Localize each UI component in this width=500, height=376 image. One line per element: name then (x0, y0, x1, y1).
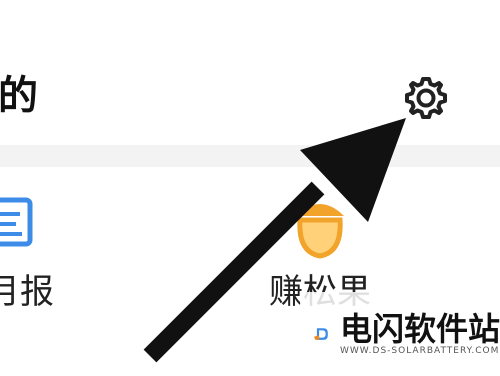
section-divider (0, 145, 500, 167)
acorn-icon (296, 204, 344, 259)
watermark: 电闪软件站 WWW.DS-SOLARBATTERY.COM (300, 292, 500, 376)
settings-button[interactable] (396, 70, 456, 126)
grid-item-label: 月报 (0, 272, 54, 312)
gear-icon (405, 77, 447, 119)
report-icon (0, 197, 33, 247)
watermark-title: 电闪软件站 (339, 310, 500, 348)
watermark-logo-icon (314, 328, 328, 340)
grid-item-monthly-report[interactable]: 月报 (0, 190, 80, 320)
page-title: 的 (0, 73, 38, 119)
watermark-url: WWW.DS-SOLARBATTERY.COM (339, 346, 500, 356)
